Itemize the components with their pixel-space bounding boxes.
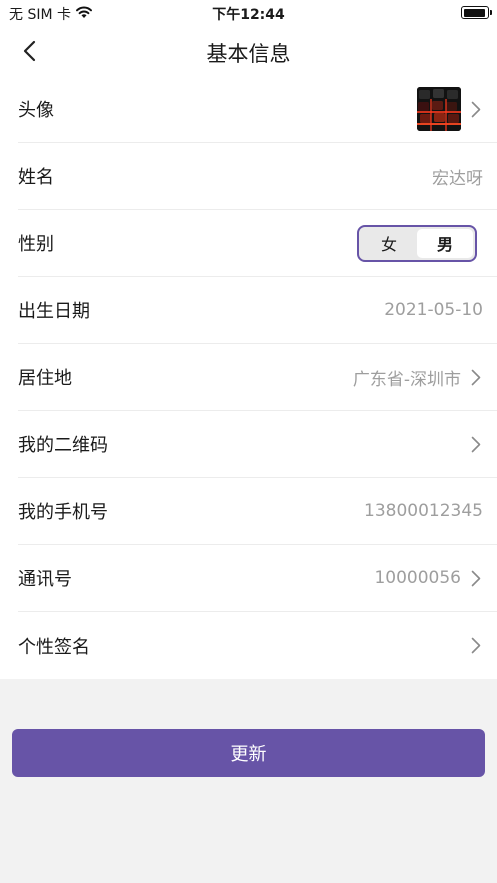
row-account-id[interactable]: 通讯号 10000056 xyxy=(18,545,497,612)
avatar[interactable] xyxy=(417,87,461,131)
residence-value: 广东省-深圳市 xyxy=(352,369,461,390)
row-right: 13800012345 xyxy=(364,478,483,544)
status-bar: 无 SIM 卡 下午12:44 xyxy=(0,0,497,26)
row-label: 性别 xyxy=(18,234,54,255)
status-time: 下午12:44 xyxy=(212,7,285,23)
gender-toggle: 女 男 xyxy=(357,224,477,262)
name-value: 宏达呀 xyxy=(432,168,483,189)
row-right: 10000056 xyxy=(374,545,483,611)
row-signature[interactable]: 个性签名 xyxy=(18,612,497,679)
chevron-right-icon xyxy=(469,435,483,453)
row-label: 个性签名 xyxy=(18,636,90,658)
page-title: 基本信息 xyxy=(206,42,291,66)
chevron-right-icon xyxy=(469,100,483,118)
profile-list: 头像 姓名 宏达呀 性别 女 男 出生日期 2021-05-10 居住地 广东省… xyxy=(0,76,497,679)
row-right xyxy=(469,612,483,679)
update-button[interactable]: 更新 xyxy=(12,729,485,777)
row-label: 出生日期 xyxy=(18,301,90,322)
chevron-right-icon xyxy=(469,637,483,655)
row-right: 2021-05-10 xyxy=(384,277,483,343)
phone-value: 13800012345 xyxy=(364,501,483,521)
chevron-right-icon xyxy=(469,569,483,587)
row-right xyxy=(469,411,483,477)
birthday-value: 2021-05-10 xyxy=(384,300,483,320)
row-avatar[interactable]: 头像 xyxy=(18,76,497,143)
avatar-image xyxy=(417,87,461,131)
row-label: 居住地 xyxy=(18,368,72,389)
row-name[interactable]: 姓名 宏达呀 xyxy=(18,143,497,210)
row-phone: 我的手机号 13800012345 xyxy=(18,478,497,545)
row-right: 宏达呀 xyxy=(432,143,483,209)
row-right: 女 男 xyxy=(357,210,483,276)
row-gender: 性别 女 男 xyxy=(18,210,497,277)
row-label: 通讯号 xyxy=(18,569,72,590)
chevron-right-icon xyxy=(469,368,483,386)
row-residence[interactable]: 居住地 广东省-深圳市 xyxy=(18,344,497,411)
row-right xyxy=(417,76,483,142)
row-label: 姓名 xyxy=(18,167,54,188)
gender-option-male[interactable]: 男 xyxy=(417,228,473,258)
row-label: 头像 xyxy=(18,100,54,121)
row-qrcode[interactable]: 我的二维码 xyxy=(18,411,497,478)
battery-fill xyxy=(463,8,486,17)
row-label: 我的二维码 xyxy=(18,435,108,456)
row-birthday[interactable]: 出生日期 2021-05-10 xyxy=(18,277,497,344)
row-right: 广东省-深圳市 xyxy=(353,344,483,410)
battery-icon xyxy=(461,6,492,19)
row-label: 我的手机号 xyxy=(18,502,108,523)
account-id-value: 10000056 xyxy=(374,568,461,588)
nav-bar: 基本信息 xyxy=(0,26,497,76)
gender-option-female[interactable]: 女 xyxy=(361,229,417,258)
